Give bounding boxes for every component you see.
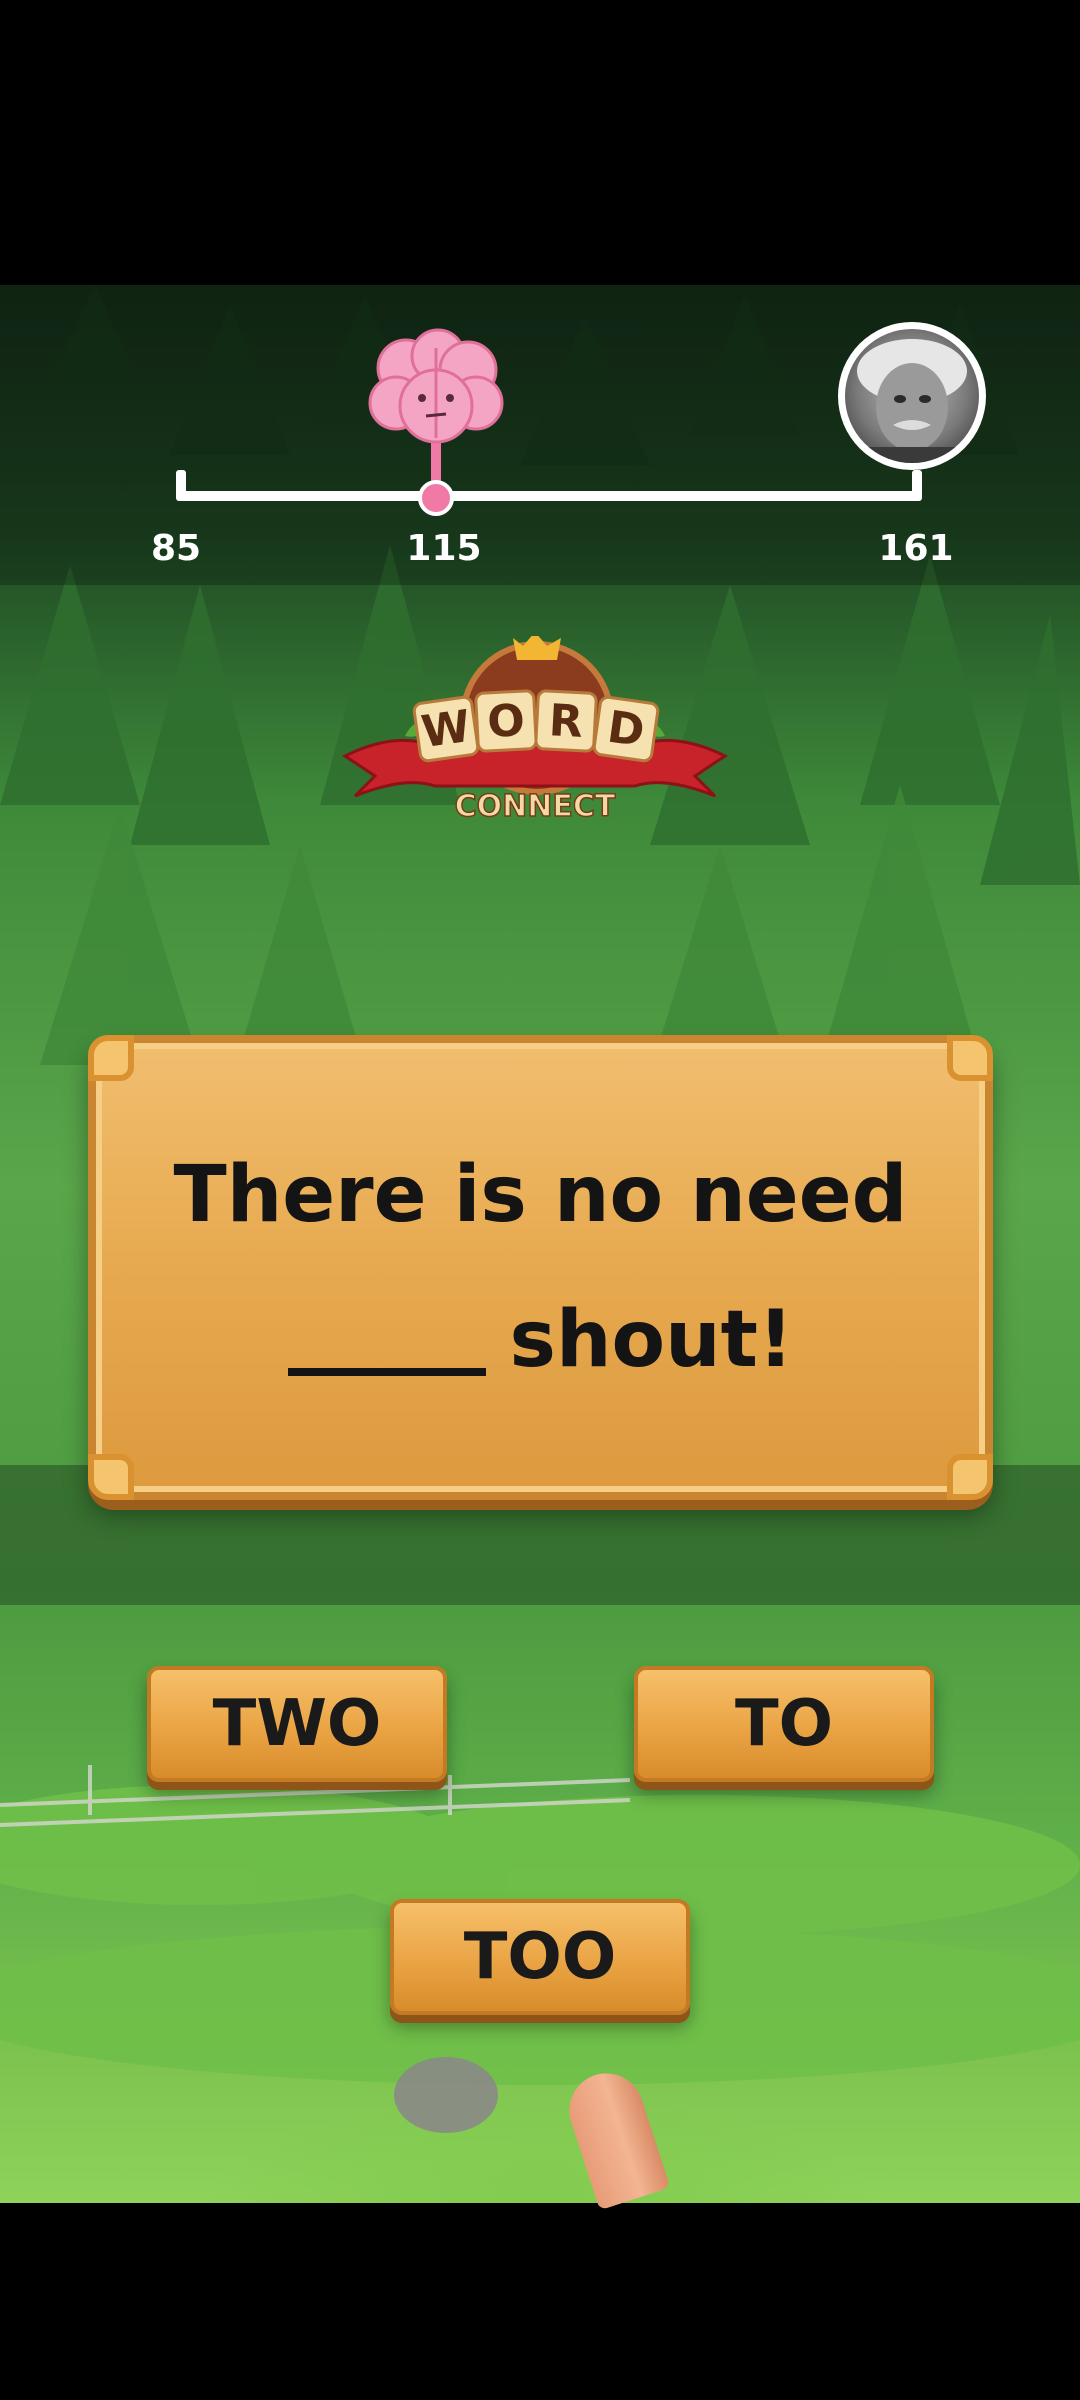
crown-icon [513,636,561,660]
genius-avatar-photo [845,329,979,463]
brain-icon [368,328,504,444]
logo-letter: R [548,695,585,748]
progress-start-tick [176,470,186,501]
question-board: There is no need shout! [88,1035,993,1500]
score-progress-track [178,491,920,501]
logo-letter: D [604,702,647,758]
logo-letter: W [418,701,473,758]
answer-button-too[interactable]: TOO [390,1899,690,2015]
target-score: 161 [878,528,954,569]
current-score: 115 [406,528,482,569]
logo-subtitle: CONNECT [455,789,616,824]
genius-avatar [838,322,986,470]
answer-button-two[interactable]: TWO [147,1666,447,1782]
start-score: 85 [150,528,202,569]
question-line-1: There is no need [173,1149,908,1240]
question-line-2-text: shout! [509,1294,794,1385]
logo-letter: O [486,695,526,748]
answer-blank [287,1367,486,1376]
question-line-2: shout! [287,1268,794,1413]
answer-button-to[interactable]: TO [634,1666,934,1782]
current-marker-dot [418,480,454,516]
question-text: There is no need shout! [96,1043,985,1492]
word-connect-logo: W O R D CONNECT [342,636,728,825]
progress-end-tick [912,470,922,501]
